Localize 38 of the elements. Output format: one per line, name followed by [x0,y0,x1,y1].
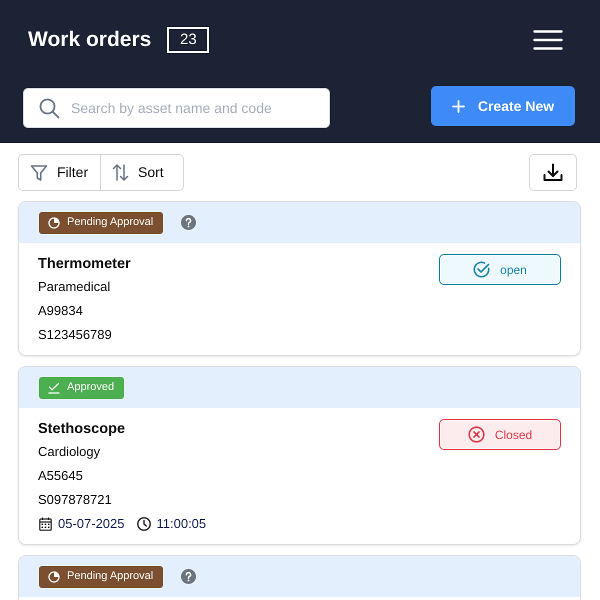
serial-number: S123456789 [38,326,113,344]
menu-button[interactable] [533,30,563,50]
filter-button[interactable]: Filter [18,154,101,191]
asset-code: A55645 [38,467,84,485]
serial-number: S097878721 [38,491,113,509]
status-tag: Closed [439,419,561,450]
search-field[interactable]: Search by asset name and code [23,88,330,128]
work-order-card[interactable]: Approved Stethoscope Cardiology A55645 S097878721 05-07-2025 11:00:05 Closed [18,366,581,545]
check-circle-icon [473,261,490,278]
date-text: 05-07-2025 [58,515,124,533]
sort-button[interactable]: Sort [101,154,184,191]
asset-name: Thermometer [38,255,131,274]
download-icon [543,163,563,182]
x-circle-icon [468,426,485,443]
time-text: 11:00:05 [156,515,206,533]
page-title: Work orders [28,27,152,53]
work-order-card[interactable]: Pending Approval Thermometer Paramedical A99834 S123456789 open [18,201,581,356]
approval-tag: Pending Approval [39,566,164,588]
department-text: Cardiology [38,443,102,461]
pie-chart-icon [48,570,60,582]
approval-tag: Pending Approval [39,212,164,234]
order-count: 23 [167,27,210,53]
asset-code: A99834 [38,302,84,320]
department-text: Paramedical [38,278,112,296]
plus-icon [452,100,465,112]
calendar-icon [39,517,52,531]
work-order-card[interactable]: Pending Approval [18,555,581,600]
search-icon [39,98,60,119]
menu-icon [533,30,563,50]
sort-icon [112,163,129,182]
status-tag: open [439,254,561,285]
check-icon [48,382,60,394]
asset-name: Stethoscope [38,420,126,439]
pie-chart-icon [48,216,60,228]
download-button[interactable] [529,154,577,191]
approval-tag: Approved [39,376,124,398]
filter-icon [30,164,48,182]
clock-icon [136,517,150,531]
